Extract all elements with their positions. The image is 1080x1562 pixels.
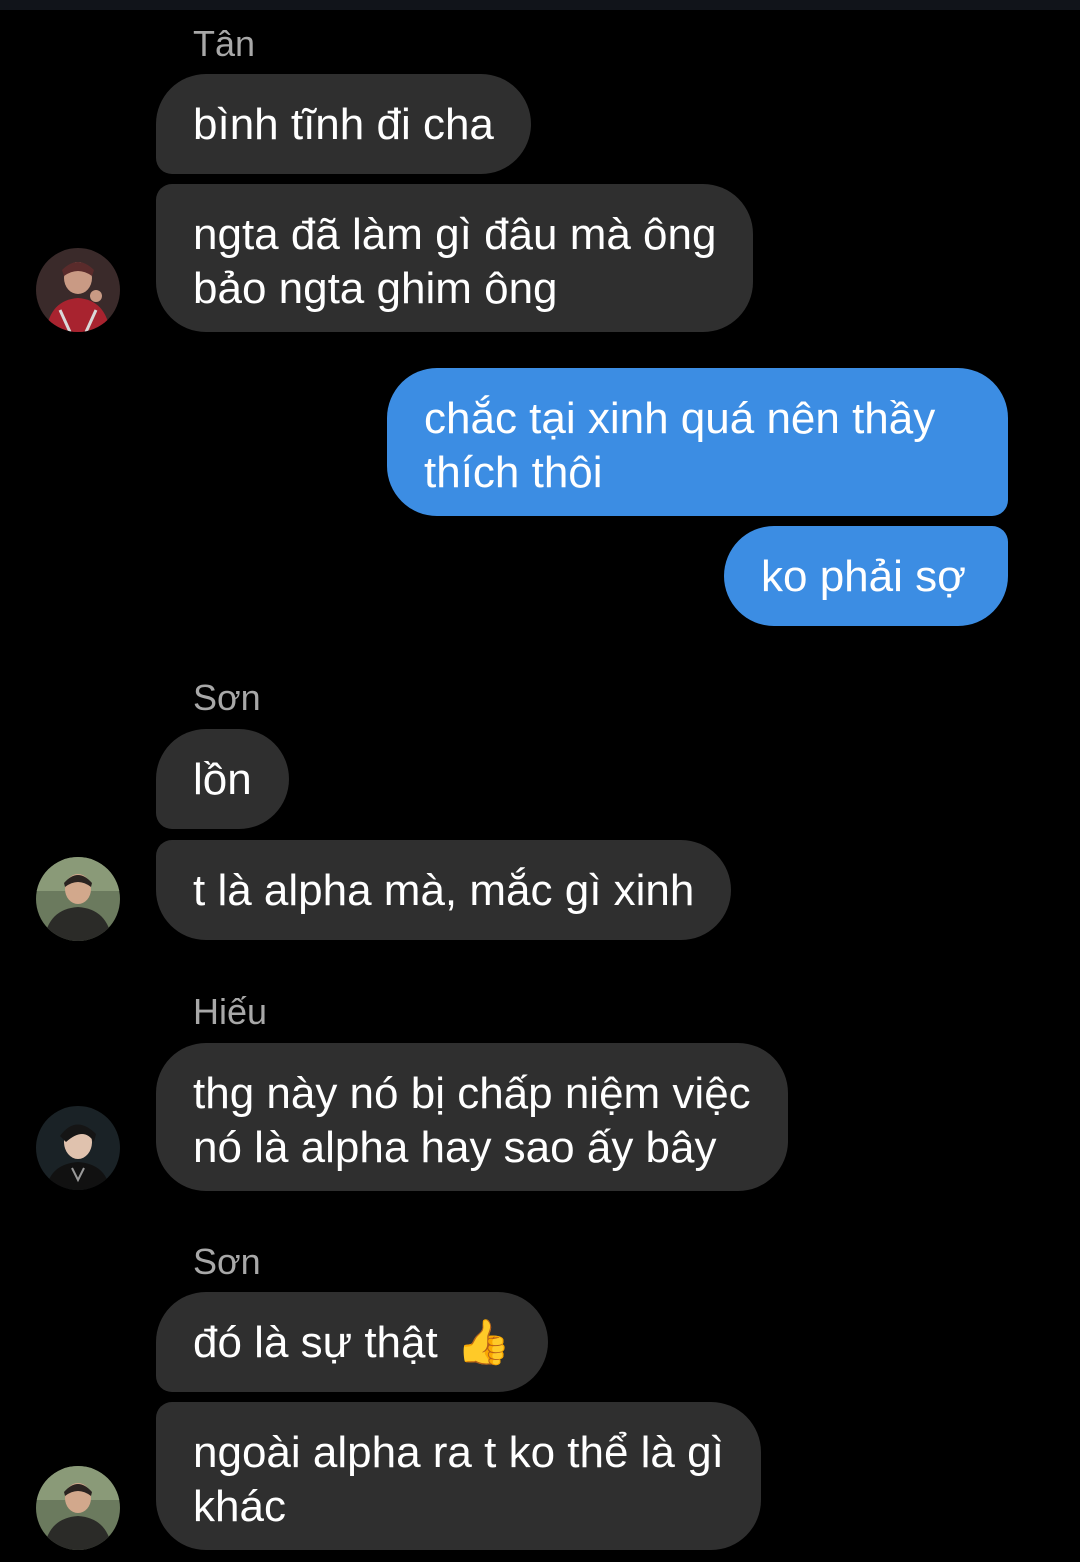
message-bubble[interactable]: t là alpha mà, mắc gì xinh — [156, 840, 732, 940]
message-text: bình tĩnh đi cha — [193, 100, 494, 149]
message-bubble[interactable]: lồn — [156, 729, 289, 829]
top-status-strip — [0, 0, 1080, 10]
message-text: t là alpha mà, mắc gì xinh — [193, 866, 695, 915]
message-text-line: khác — [193, 1482, 286, 1531]
message-bubble[interactable]: ngta đã làm gì đâu mà ông bảo ngta ghim … — [156, 184, 754, 332]
message-text-line: bảo ngta ghim ông — [193, 264, 558, 313]
avatar-hieu[interactable] — [36, 1106, 120, 1190]
avatar-son[interactable] — [36, 857, 120, 941]
message-bubble-outgoing[interactable]: ko phải sợ — [724, 526, 1008, 626]
sender-name: Sơn — [193, 677, 261, 718]
message-text: ko phải sợ — [761, 552, 966, 601]
message-text: lồn — [193, 755, 252, 804]
sender-name: Sơn — [193, 1241, 261, 1282]
message-text-line: thg này nó bị chấp niệm việc — [193, 1069, 751, 1118]
message-bubble[interactable]: ngoài alpha ra t ko thể là gì khác — [156, 1402, 761, 1550]
message-text-line: thích thôi — [424, 448, 603, 497]
message-text-line: chắc tại xinh quá nên thầy — [424, 394, 936, 443]
avatar-son[interactable] — [36, 1466, 120, 1550]
message-text: đó là sự thật — [193, 1318, 438, 1367]
message-bubble-outgoing[interactable]: chắc tại xinh quá nên thầy thích thôi — [387, 368, 1008, 516]
message-bubble[interactable]: bình tĩnh đi cha — [156, 74, 531, 174]
sender-name: Hiếu — [193, 991, 268, 1032]
avatar-tan[interactable] — [36, 248, 120, 332]
message-text-line: ngoài alpha ra t ko thể là gì — [193, 1428, 724, 1477]
message-bubble[interactable]: đó là sự thật 👍 — [156, 1292, 548, 1392]
message-text-line: nó là alpha hay sao ấy bây — [193, 1123, 717, 1172]
sender-name: Tân — [193, 23, 256, 64]
thumbs-up-icon: 👍 — [455, 1318, 511, 1367]
message-bubble[interactable]: thg này nó bị chấp niệm việc nó là alpha… — [156, 1043, 788, 1191]
message-text-line: ngta đã làm gì đâu mà ông — [193, 210, 717, 259]
